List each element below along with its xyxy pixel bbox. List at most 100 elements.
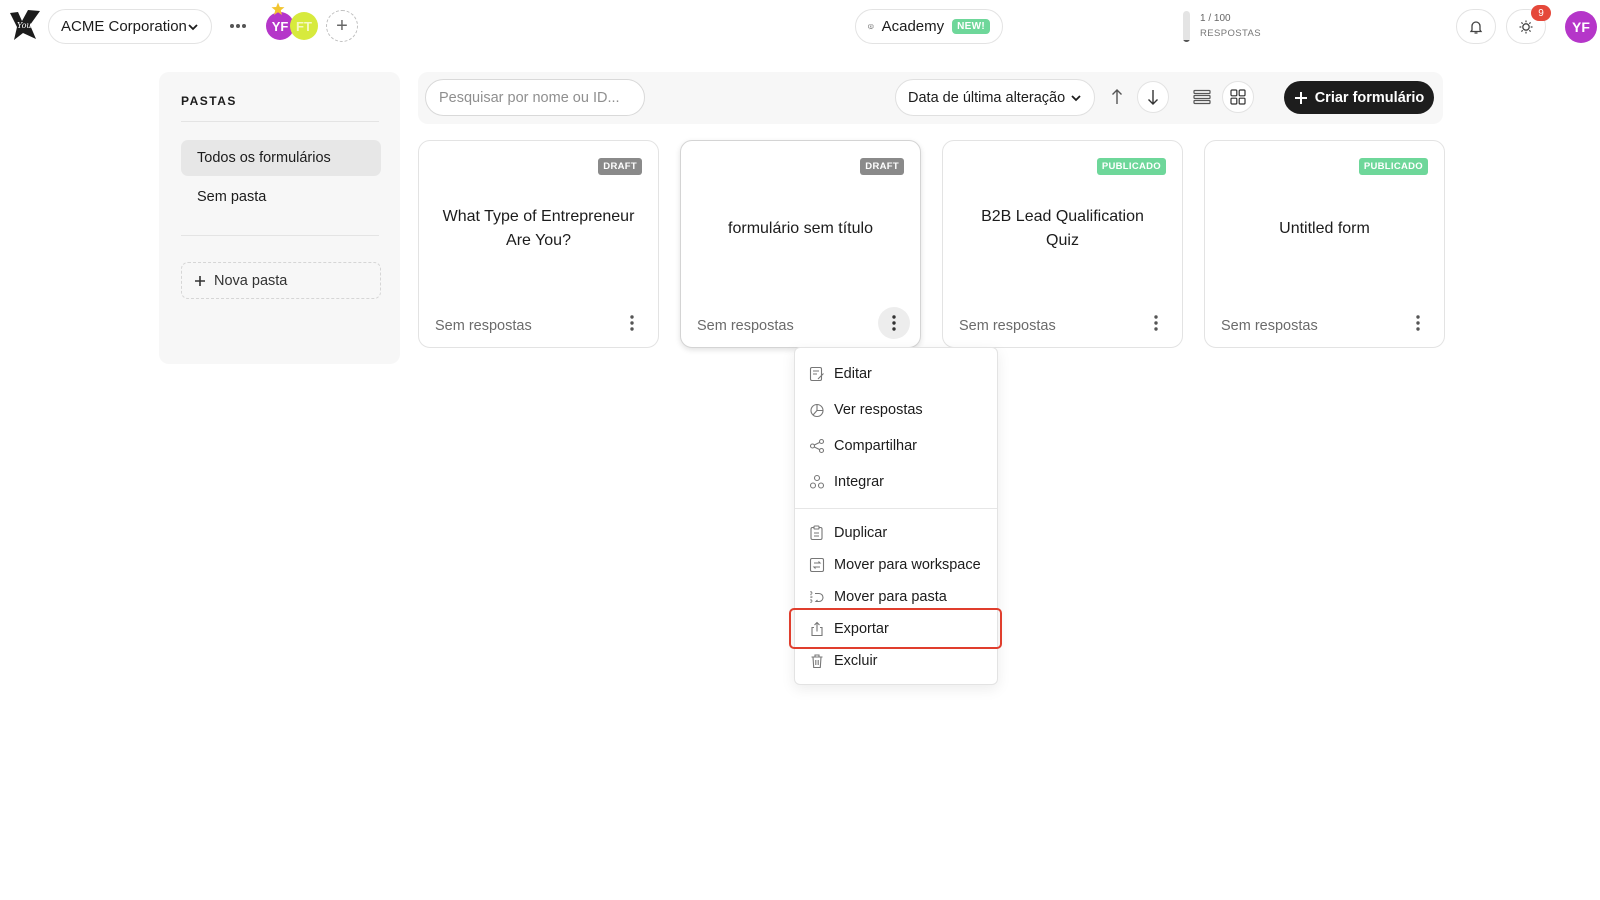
menu-divider xyxy=(795,508,997,509)
workspace-name: ACME Corporation xyxy=(61,18,187,35)
arrow-up-icon xyxy=(1112,89,1122,104)
form-card[interactable]: PUBLICADO B2B Lead Qualification Quiz Se… xyxy=(942,140,1183,348)
sort-ascending-button[interactable] xyxy=(1101,81,1133,113)
chevron-down-icon xyxy=(188,23,198,30)
list-icon xyxy=(1193,89,1211,105)
folders-title: PASTAS xyxy=(181,94,237,108)
arrow-down-icon xyxy=(1148,90,1158,105)
response-count: Sem respostas xyxy=(697,318,794,334)
folder-label: Todos os formulários xyxy=(197,150,331,166)
menu-item-view-responses[interactable]: Ver respostas xyxy=(809,396,989,424)
usage-progress-fill xyxy=(1183,40,1190,42)
plus-icon xyxy=(195,275,205,286)
usage-progress-bar xyxy=(1183,11,1190,42)
notifications-button[interactable] xyxy=(1456,9,1496,44)
integrate-icon xyxy=(809,474,825,489)
status-badge: DRAFT xyxy=(860,158,904,175)
kebab-menu-icon xyxy=(1154,315,1158,331)
menu-item-move-workspace[interactable]: Mover para workspace xyxy=(809,551,989,579)
search-input[interactable] xyxy=(425,79,645,116)
plus-icon xyxy=(1294,91,1307,104)
usage-label: RESPOSTAS xyxy=(1200,28,1261,39)
svg-text:You: You xyxy=(17,21,32,30)
user-avatar[interactable]: YF xyxy=(1565,11,1597,43)
more-options-icon[interactable] xyxy=(228,16,248,36)
form-card[interactable]: PUBLICADO Untitled form Sem respostas xyxy=(1204,140,1445,348)
pie-chart-icon xyxy=(810,403,824,418)
forms-toolbar: Data de última alteração Cr xyxy=(418,72,1443,124)
sort-descending-button[interactable] xyxy=(1137,81,1169,113)
share-icon xyxy=(809,438,825,454)
logo-icon[interactable]: You xyxy=(8,8,42,42)
new-folder-button[interactable]: Nova pasta xyxy=(181,262,381,299)
academy-button[interactable]: Academy NEW! xyxy=(855,9,1003,44)
grid-view-button[interactable] xyxy=(1222,81,1254,113)
export-highlight-box xyxy=(789,608,1002,649)
move-workspace-icon xyxy=(809,557,825,573)
menu-item-move-folder[interactable]: Mover para pasta xyxy=(809,583,989,611)
form-card[interactable]: DRAFT What Type of Entrepreneur Are You?… xyxy=(418,140,659,348)
presentation-icon xyxy=(868,24,874,29)
menu-item-share[interactable]: Compartilhar xyxy=(809,432,989,460)
status-badge: PUBLICADO xyxy=(1096,158,1166,175)
member-avatar[interactable]: FT xyxy=(290,12,318,40)
menu-item-label: Ver respostas xyxy=(834,402,923,418)
form-options-button[interactable] xyxy=(616,307,648,339)
form-options-button[interactable] xyxy=(1402,307,1434,339)
move-folder-icon xyxy=(810,591,824,603)
menu-item-label: Compartilhar xyxy=(834,438,917,454)
divider xyxy=(181,121,379,122)
create-form-label: Criar formulário xyxy=(1314,89,1425,106)
grid-icon xyxy=(1230,89,1246,105)
kebab-menu-icon xyxy=(630,315,634,331)
sort-select[interactable]: Data de última alteração xyxy=(895,79,1095,116)
add-member-button[interactable]: + xyxy=(326,10,358,42)
form-options-button[interactable] xyxy=(878,307,910,339)
response-count: Sem respostas xyxy=(1221,318,1318,334)
menu-item-delete[interactable]: Excluir xyxy=(809,647,989,675)
usage-count: 1 / 100 xyxy=(1200,13,1231,24)
folder-item-all-forms[interactable]: Todos os formulários xyxy=(181,140,381,176)
folder-label: Sem pasta xyxy=(197,189,267,205)
duplicate-icon xyxy=(810,525,823,541)
status-badge: PUBLICADO xyxy=(1358,158,1428,175)
menu-item-label: Integrar xyxy=(834,474,884,490)
form-options-button[interactable] xyxy=(1140,307,1172,339)
form-title: B2B Lead Qualification Quiz xyxy=(981,208,1144,249)
menu-item-label: Mover para workspace xyxy=(834,557,981,573)
menu-item-edit[interactable]: Editar xyxy=(809,360,989,388)
star-icon xyxy=(271,2,285,15)
sort-label: Data de última alteração xyxy=(908,89,1066,106)
new-folder-label: Nova pasta xyxy=(214,272,288,289)
status-badge: DRAFT xyxy=(598,158,642,175)
form-title: Untitled form xyxy=(1279,220,1370,237)
kebab-menu-icon xyxy=(1416,315,1420,331)
menu-item-label: Duplicar xyxy=(834,525,888,541)
kebab-menu-icon xyxy=(892,315,896,331)
lightbulb-icon xyxy=(1519,20,1533,33)
create-form-button[interactable]: Criar formulário xyxy=(1284,81,1434,114)
chevron-down-icon xyxy=(1071,94,1081,101)
menu-item-label: Editar xyxy=(834,366,872,382)
new-badge: NEW! xyxy=(952,19,990,34)
menu-item-label: Mover para pasta xyxy=(834,589,947,605)
form-title: formulário sem título xyxy=(728,220,873,237)
response-count: Sem respostas xyxy=(435,318,532,334)
trash-icon xyxy=(811,654,823,669)
folder-item-no-folder[interactable]: Sem pasta xyxy=(181,179,381,215)
top-bar: You ACME Corporation YF FT + Academy NEW… xyxy=(0,0,1600,54)
bell-icon xyxy=(1469,20,1483,34)
menu-item-label: Excluir xyxy=(834,653,878,669)
response-count: Sem respostas xyxy=(959,318,1056,334)
edit-icon xyxy=(809,366,824,382)
form-title: What Type of Entrepreneur Are You? xyxy=(442,208,635,249)
notification-badge: 9 xyxy=(1531,5,1551,21)
workspace-selector[interactable]: ACME Corporation xyxy=(48,9,212,44)
folders-panel: PASTAS Todos os formulários Sem pasta No… xyxy=(159,72,400,364)
menu-item-duplicate[interactable]: Duplicar xyxy=(809,519,989,547)
menu-item-integrate[interactable]: Integrar xyxy=(809,468,989,496)
form-card[interactable]: DRAFT formulário sem título Sem resposta… xyxy=(680,140,921,348)
divider xyxy=(181,235,379,236)
academy-label: Academy xyxy=(881,18,945,35)
list-view-button[interactable] xyxy=(1186,81,1218,113)
